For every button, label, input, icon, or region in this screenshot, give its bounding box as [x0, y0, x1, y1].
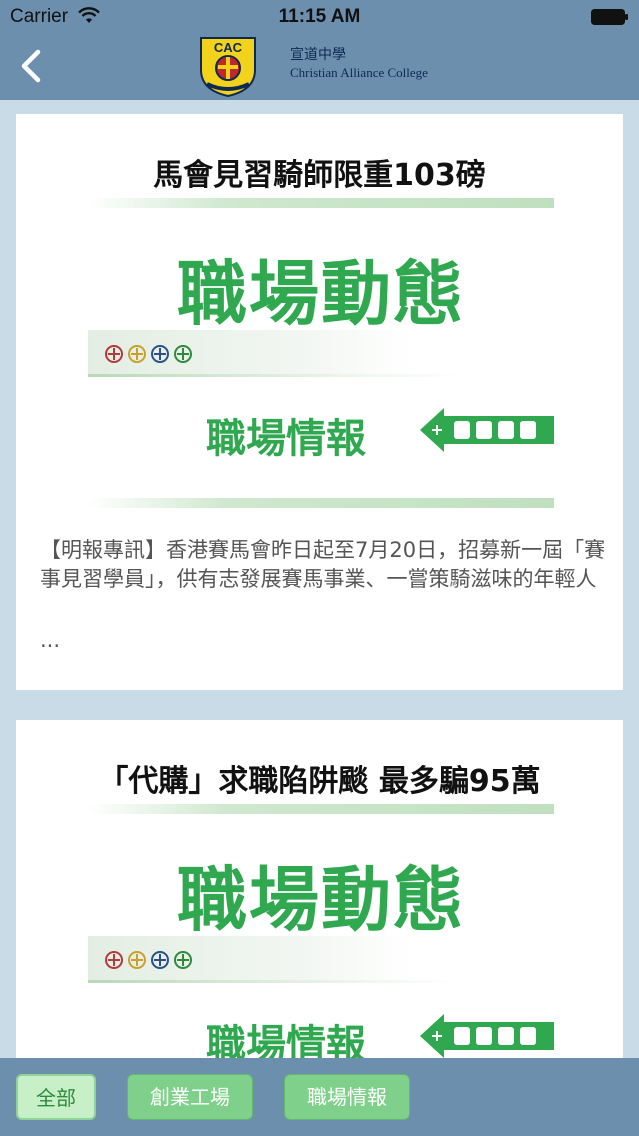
article-title: 馬會見習騎師限重103磅 — [153, 158, 486, 193]
wifi-icon — [78, 7, 100, 23]
compass-dots-icon — [105, 951, 192, 969]
article-card[interactable]: 「代購」求職陷阱颷 最多騙95萬 職場動態 職場情報 — [16, 720, 623, 1060]
tab-all[interactable]: 全部 — [16, 1074, 96, 1120]
article-banner-image: 職場動態 職場情報 — [88, 198, 554, 508]
status-bar: Carrier 11:15 AM — [0, 0, 639, 34]
banner-band-line — [88, 980, 554, 983]
school-name-cn: 宣道中學 — [290, 47, 346, 63]
article-title: 「代購」求職陷阱颷 最多騙95萬 — [98, 764, 541, 799]
banner-heading: 職場動態 — [177, 859, 465, 941]
banner-stripe — [88, 498, 554, 508]
logo-letters: CAC — [214, 40, 243, 55]
nav-bar: CAC 宣道中學 Christian Alliance College — [0, 34, 639, 100]
banner-subheading: 職場情報 — [206, 416, 366, 462]
arrow-left-icon — [420, 408, 554, 452]
category-tab-bar: 全部 創業工場 職場情報 — [0, 1058, 639, 1136]
banner-stripe — [88, 198, 554, 208]
tab-career-info[interactable]: 職場情報 — [284, 1074, 410, 1120]
arrow-left-icon — [420, 1014, 554, 1058]
carrier-label: Carrier — [10, 6, 69, 27]
school-logo: CAC — [200, 37, 256, 98]
banner-heading: 職場動態 — [177, 253, 465, 335]
article-feed[interactable]: 馬會見習騎師限重103磅 職場動態 職場情報 【明報專訊】香港賽馬會昨日起至7月… — [0, 100, 639, 1060]
battery-icon — [591, 9, 628, 25]
article-summary: 【明報專訊】香港賽馬會昨日起至7月20日，招募新一屆「賽事見習學員」，供有志發展… — [40, 538, 606, 591]
compass-dots-icon — [105, 345, 192, 363]
banner-subheading: 職場情報 — [206, 1022, 366, 1060]
back-button[interactable] — [14, 46, 54, 86]
banner-stripe — [88, 804, 554, 814]
school-name-en: Christian Alliance College — [290, 65, 428, 80]
article-card[interactable]: 馬會見習騎師限重103磅 職場動態 職場情報 【明報專訊】香港賽馬會昨日起至7月… — [16, 114, 623, 690]
article-ellipsis: ... — [40, 628, 61, 652]
tab-startup-workshop[interactable]: 創業工場 — [127, 1074, 253, 1120]
banner-band-line — [88, 374, 554, 377]
article-banner-image: 職場動態 職場情報 — [88, 804, 554, 1060]
